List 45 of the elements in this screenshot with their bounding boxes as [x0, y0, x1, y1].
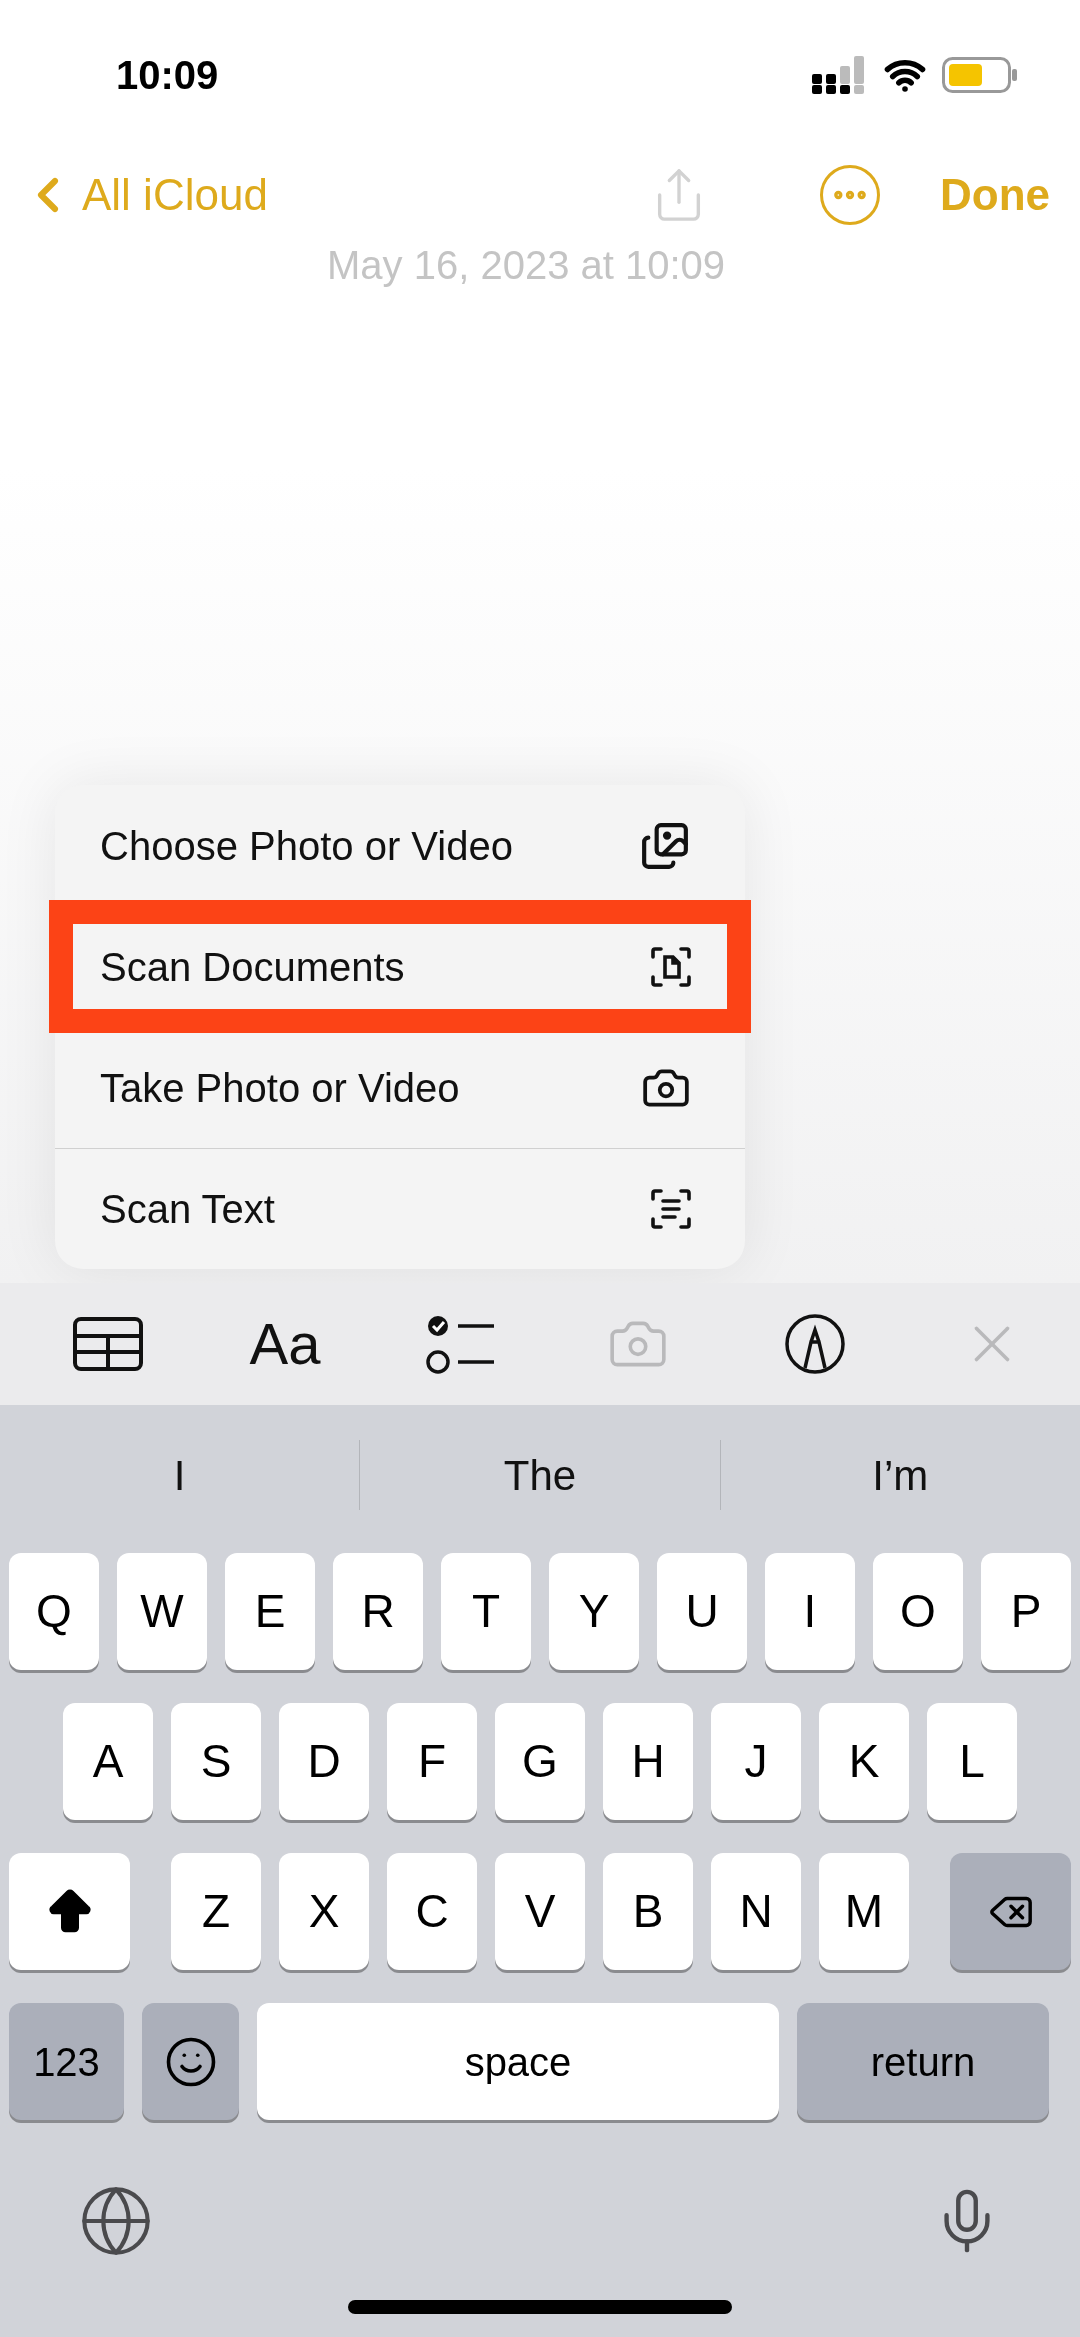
letter-key[interactable]: E — [225, 1553, 315, 1670]
letter-key[interactable]: O — [873, 1553, 963, 1670]
menu-item[interactable]: Choose Photo or Video — [55, 785, 745, 906]
letter-key[interactable]: C — [387, 1853, 477, 1970]
delete-key[interactable] — [950, 1853, 1071, 1970]
letter-key[interactable]: N — [711, 1853, 801, 1970]
letter-key[interactable]: D — [279, 1703, 369, 1820]
letter-key[interactable]: T — [441, 1553, 531, 1670]
letter-key[interactable]: Y — [549, 1553, 639, 1670]
status-time: 10:09 — [116, 52, 219, 99]
letter-key[interactable]: B — [603, 1853, 693, 1970]
letter-key[interactable]: V — [495, 1853, 585, 1970]
shift-key[interactable] — [9, 1853, 130, 1970]
space-key[interactable]: space — [257, 2003, 779, 2120]
letter-key[interactable]: W — [117, 1553, 207, 1670]
letter-key[interactable]: X — [279, 1853, 369, 1970]
letter-key[interactable]: F — [387, 1703, 477, 1820]
format-text-button[interactable]: Aa — [249, 1315, 321, 1373]
letter-key[interactable]: S — [171, 1703, 261, 1820]
pen-markup-icon[interactable] — [784, 1313, 846, 1375]
return-key[interactable]: return — [797, 2003, 1049, 2120]
letter-key[interactable]: P — [981, 1553, 1071, 1670]
battery-icon — [942, 57, 1018, 93]
letter-key[interactable]: M — [819, 1853, 909, 1970]
letter-key[interactable]: R — [333, 1553, 423, 1670]
letter-key[interactable]: A — [63, 1703, 153, 1820]
menu-item[interactable]: Scan Text — [55, 1148, 745, 1269]
menu-item[interactable]: Scan Documents — [55, 906, 745, 1027]
menu-item[interactable]: Take Photo or Video — [55, 1027, 745, 1148]
numbers-key[interactable]: 123 — [9, 2003, 124, 2120]
suggestion[interactable]: The — [503, 1443, 577, 1507]
letter-key[interactable]: L — [927, 1703, 1017, 1820]
letter-key[interactable]: H — [603, 1703, 693, 1820]
emoji-key[interactable] — [142, 2003, 239, 2120]
letter-key[interactable]: K — [819, 1703, 909, 1820]
suggestion[interactable]: I — [173, 1443, 186, 1507]
letter-key[interactable]: Q — [9, 1553, 99, 1670]
letter-key[interactable]: Z — [171, 1853, 261, 1970]
note-date: May 16, 2023 at 10:09 — [327, 242, 726, 289]
letter-key[interactable]: I — [765, 1553, 855, 1670]
table-icon[interactable] — [72, 1316, 145, 1372]
letter-key[interactable]: U — [657, 1553, 747, 1670]
suggestion[interactable]: I’m — [872, 1443, 929, 1507]
letter-key[interactable]: G — [495, 1703, 585, 1820]
letter-key[interactable]: J — [711, 1703, 801, 1820]
